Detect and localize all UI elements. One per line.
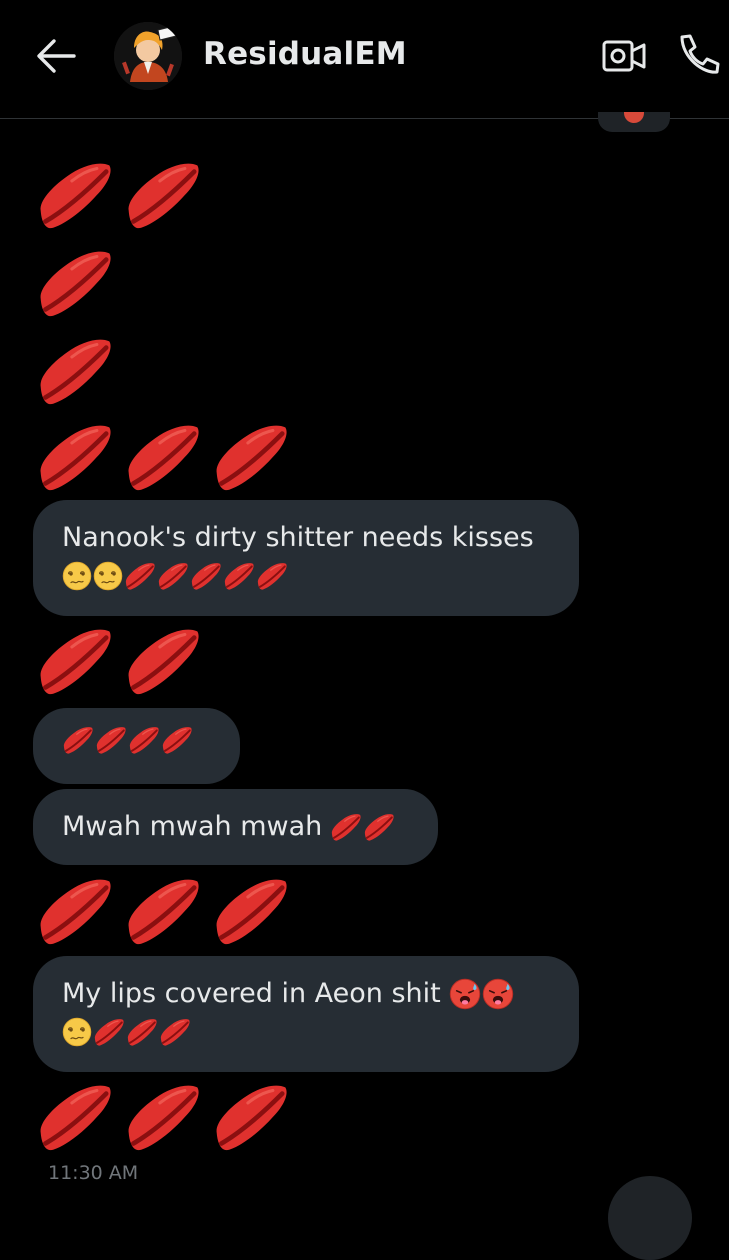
emoji-message[interactable]: [36, 418, 290, 496]
kiss-mark-icon: [36, 872, 114, 950]
kiss-mark-icon: [62, 724, 94, 756]
video-call-button[interactable]: [601, 36, 647, 76]
kiss-mark-icon: [124, 872, 202, 950]
kiss-mark-icon: [36, 156, 114, 234]
kiss-mark-icon: [159, 1016, 191, 1048]
woozy-face-icon: [93, 561, 123, 591]
woozy-face-icon: [62, 1017, 92, 1047]
message-bubble[interactable]: [33, 708, 240, 784]
emoji-message[interactable]: [36, 244, 114, 322]
kiss-mark-icon: [190, 560, 222, 592]
kiss-mark-icon: [124, 418, 202, 496]
message-emoji-line: [62, 1016, 550, 1048]
kiss-mark-icon: [212, 1078, 290, 1156]
phone-icon: [680, 34, 720, 74]
kiss-mark-icon: [212, 872, 290, 950]
kiss-mark-icon: [36, 244, 114, 322]
message-emoji-line: [62, 560, 550, 592]
kiss-mark-icon: [126, 1016, 158, 1048]
contact-name[interactable]: ResidualEM: [203, 36, 407, 72]
message-text: Mwah mwah mwah: [62, 811, 323, 842]
emoji-partial: [624, 112, 644, 123]
kiss-mark-icon: [36, 622, 114, 700]
emoji-message[interactable]: [36, 332, 114, 410]
previous-message-peek: [598, 112, 670, 132]
avatar[interactable]: [114, 22, 182, 90]
kiss-mark-icon: [124, 560, 156, 592]
video-camera-icon: [602, 40, 646, 72]
kiss-mark-icon: [36, 1078, 114, 1156]
message-timestamp: 11:30 AM: [48, 1162, 139, 1184]
kiss-mark-icon: [330, 811, 362, 843]
hot-face-icon: [449, 978, 481, 1010]
emoji-message[interactable]: [36, 622, 202, 700]
message-line: My lips covered in Aeon shit: [62, 972, 550, 1016]
emoji-message[interactable]: [36, 1078, 290, 1156]
kiss-mark-icon: [93, 1016, 125, 1048]
kiss-mark-icon: [256, 560, 288, 592]
message-bubble[interactable]: My lips covered in Aeon shit: [33, 956, 579, 1072]
emoji-message[interactable]: [36, 156, 202, 234]
scroll-to-bottom-button[interactable]: [608, 1176, 692, 1260]
kiss-mark-icon: [157, 560, 189, 592]
kiss-mark-icon: [223, 560, 255, 592]
kiss-mark-icon: [128, 724, 160, 756]
kiss-mark-icon: [212, 418, 290, 496]
arrow-left-icon: [37, 39, 76, 73]
emoji-message[interactable]: [36, 872, 290, 950]
voice-call-button[interactable]: [674, 32, 720, 78]
kiss-mark-icon: [161, 724, 193, 756]
back-button[interactable]: [36, 38, 78, 74]
kiss-mark-icon: [124, 156, 202, 234]
message-bubble[interactable]: Nanook's dirty shitter needs kisses: [33, 500, 579, 616]
kiss-mark-icon: [124, 622, 202, 700]
message-bubble[interactable]: Mwah mwah mwah: [33, 789, 438, 865]
message-emoji-line: [62, 724, 211, 756]
message-text: My lips covered in Aeon shit: [62, 978, 441, 1009]
kiss-mark-icon: [124, 1078, 202, 1156]
kiss-mark-icon: [36, 332, 114, 410]
kiss-mark-icon: [95, 724, 127, 756]
kiss-mark-icon: [36, 418, 114, 496]
message-text: Nanook's dirty shitter needs kisses: [62, 522, 534, 553]
hot-face-icon: [482, 978, 514, 1010]
woozy-face-icon: [62, 561, 92, 591]
conversation-header: ResidualEM: [0, 0, 729, 119]
avatar-image: [114, 22, 182, 90]
kiss-mark-icon: [363, 811, 395, 843]
message-line: Mwah mwah mwah: [62, 805, 409, 849]
